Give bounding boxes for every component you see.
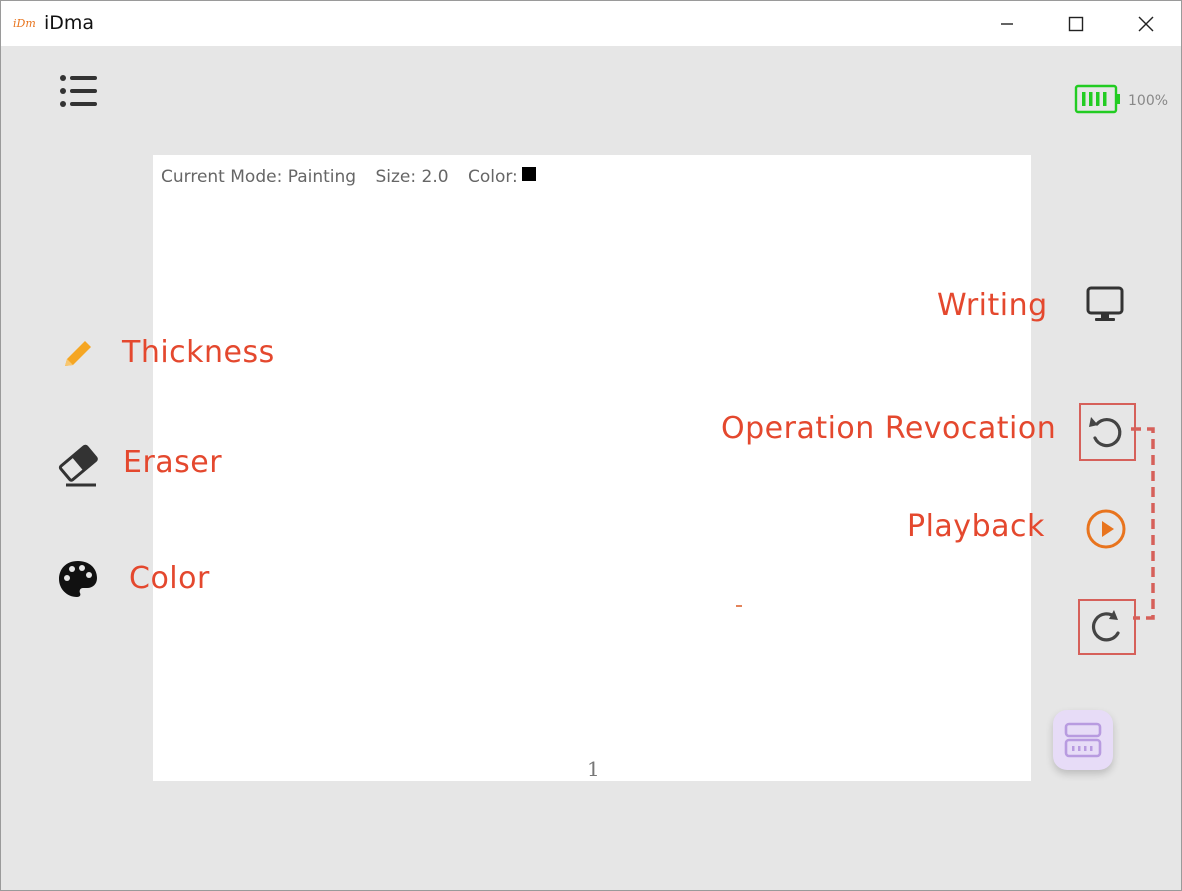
minimize-icon xyxy=(1001,22,1013,25)
eraser-label: Eraser xyxy=(123,445,223,480)
app-logo-text: iDm xyxy=(13,17,36,30)
undo-redo-connector xyxy=(1131,427,1155,620)
minimize-button[interactable] xyxy=(972,1,1042,46)
color-tool-label: Color xyxy=(129,561,210,596)
undo-icon xyxy=(1089,417,1122,448)
canvas-stroke-mark xyxy=(736,605,742,607)
battery-icon xyxy=(1074,84,1120,114)
color-label: Color: xyxy=(467,167,518,187)
playback-label: Playback xyxy=(907,509,1045,544)
writing-label: Writing xyxy=(937,288,1048,323)
thickness-label: Thickness xyxy=(122,335,275,370)
drawing-canvas[interactable]: Current Mode: Painting Size: 2.0 Color: … xyxy=(153,155,1031,781)
battery-percent: 100% xyxy=(1128,93,1169,109)
mode-text: Current Mode: Painting xyxy=(161,167,357,187)
page-number: 1 xyxy=(587,757,600,781)
pencil-icon[interactable] xyxy=(59,335,97,373)
status-line: Current Mode: Painting Size: 2.0 Color: xyxy=(161,167,564,187)
window-title: iDma xyxy=(44,12,95,34)
monitor-icon[interactable] xyxy=(1083,284,1129,326)
palette-icon[interactable] xyxy=(57,559,99,599)
close-icon xyxy=(1138,16,1154,31)
undo-button[interactable] xyxy=(1079,403,1136,461)
redo-icon xyxy=(1091,610,1120,642)
maximize-button[interactable] xyxy=(1041,1,1111,46)
redo-button[interactable] xyxy=(1078,599,1136,655)
title-bar[interactable]: iDm iDma xyxy=(1,1,1181,46)
play-icon[interactable] xyxy=(1085,508,1129,552)
maximize-icon xyxy=(1068,16,1084,31)
keyboard-button[interactable] xyxy=(1053,710,1113,770)
app-window: iDm iDma 100% Current Mode: Painting Siz… xyxy=(0,0,1182,891)
keyboard-icon xyxy=(1064,722,1102,758)
color-swatch xyxy=(521,167,536,181)
revocation-label: Operation Revocation xyxy=(721,411,1057,446)
eraser-icon[interactable] xyxy=(56,444,102,488)
close-button[interactable] xyxy=(1111,1,1181,46)
menu-icon[interactable] xyxy=(58,73,100,111)
color-text: Color: xyxy=(468,167,550,187)
size-text: Size: 2.0 xyxy=(375,167,449,187)
app-logo-icon: iDm xyxy=(13,17,36,30)
